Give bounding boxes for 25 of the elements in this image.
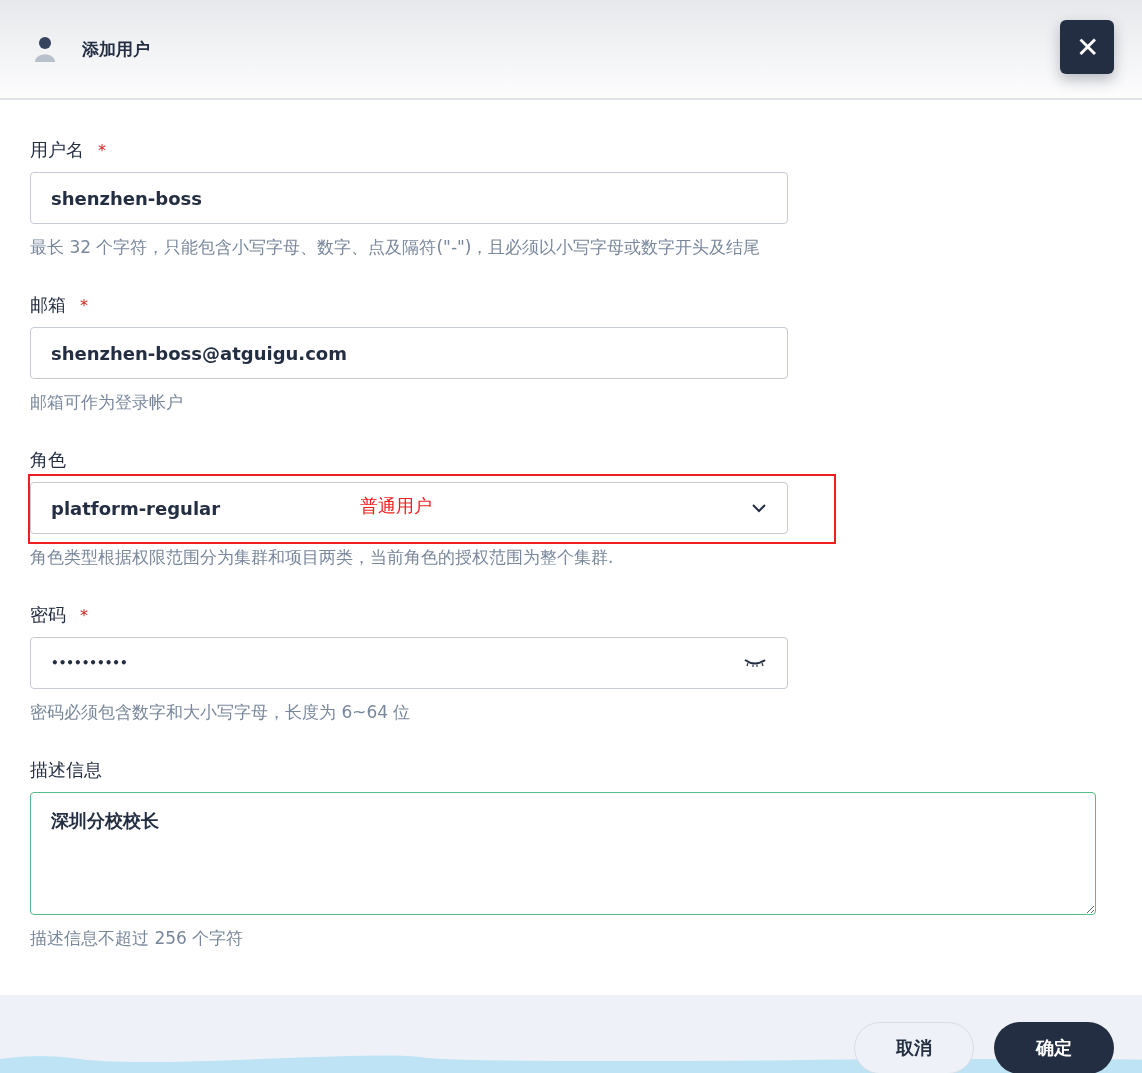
- field-label: 描述信息: [30, 758, 102, 782]
- required-mark: *: [98, 140, 106, 160]
- field-label: 角色: [30, 448, 66, 472]
- user-icon: [34, 36, 56, 62]
- field-hint: 最长 32 个字符，只能包含小写字母、数字、点及隔符("-")，且必须以小写字母或数字开头及结尾: [30, 236, 762, 259]
- annotation-text: 普通用户: [360, 494, 432, 518]
- text-field[interactable]: shenzhen-boss: [30, 172, 788, 224]
- closed-eye-icon: [743, 658, 767, 668]
- field-label: 密码: [30, 603, 66, 627]
- description-field[interactable]: 深圳分校校长: [30, 792, 1096, 915]
- text-field[interactable]: shenzhen-boss@atguigu.com: [30, 327, 788, 379]
- required-mark: *: [80, 605, 88, 625]
- field-hint: 描述信息不超过 256 个字符: [30, 927, 245, 950]
- field-hint: 密码必须包含数字和大小写字母，长度为 6~64 位: [30, 701, 412, 724]
- field-hint: 邮箱可作为登录帐户: [30, 391, 184, 414]
- cancel-button[interactable]: 取消: [854, 1022, 974, 1073]
- field-hint: 角色类型根据权限范围分为集群和项目两类，当前角色的授权范围为整个集群.: [30, 546, 615, 569]
- confirm-button[interactable]: 确定: [994, 1022, 1114, 1073]
- close-button[interactable]: ✕: [1060, 20, 1114, 74]
- field-label: 用户名: [30, 138, 84, 162]
- password-field[interactable]: ••••••••••: [30, 637, 788, 689]
- required-mark: *: [80, 295, 88, 315]
- field-label: 邮箱: [30, 293, 66, 317]
- chevron-down-icon: [751, 503, 767, 513]
- dialog-title: 添加用户: [82, 37, 151, 61]
